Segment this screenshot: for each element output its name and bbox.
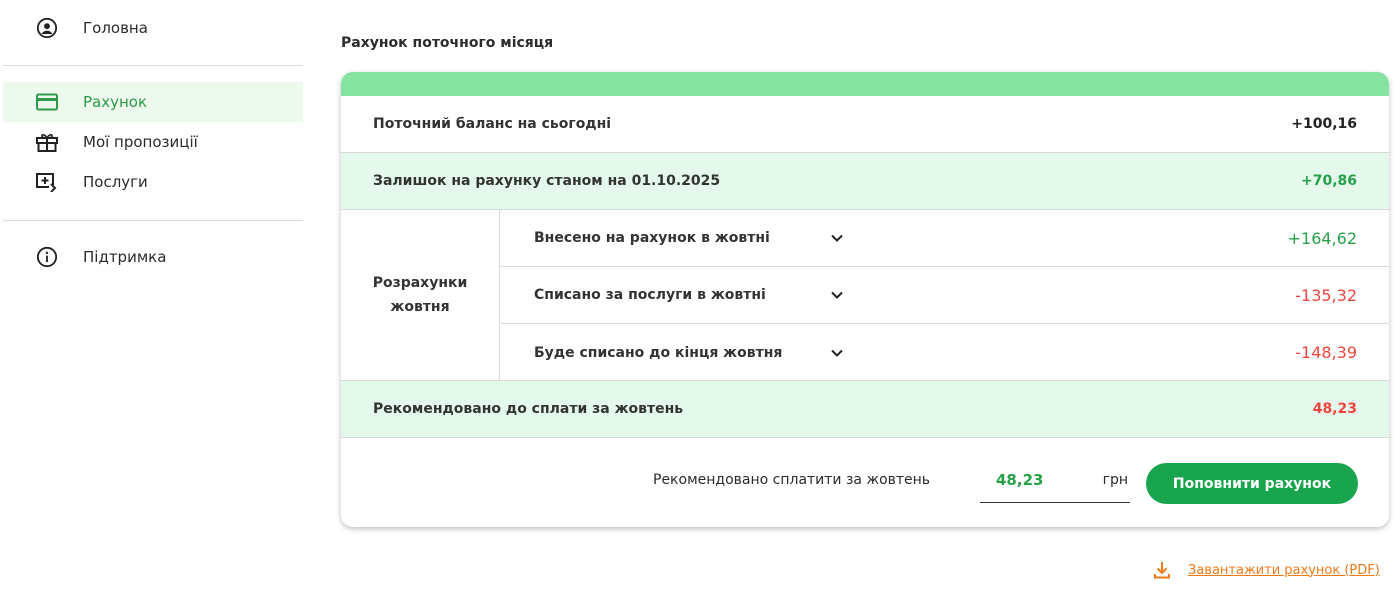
current-balance-label: Поточний баланс на сьогодні	[373, 116, 612, 132]
sidebar-divider	[3, 220, 303, 221]
payment-label: Рекомендовано сплатити за жовтень	[653, 472, 931, 488]
sidebar-item-offers[interactable]: Мої пропозиції	[3, 122, 303, 162]
user-circle-icon	[35, 16, 59, 40]
recommended-value: 48,23	[1312, 401, 1357, 417]
top-up-button[interactable]: Поповнити рахунок	[1146, 463, 1358, 504]
sidebar-item-label: Мої пропозиції	[83, 133, 198, 151]
download-pdf-link[interactable]: Завантажити рахунок (PDF)	[1152, 560, 1380, 580]
gift-icon	[35, 130, 59, 154]
deposited-label: Внесено на рахунок в жовтні	[534, 230, 770, 246]
currency-label: грн	[1102, 472, 1128, 488]
charged-value: -135,32	[1295, 285, 1357, 305]
amount-field: грн	[980, 458, 1130, 503]
to-be-charged-value: -148,39	[1295, 343, 1357, 362]
sidebar-item-label: Головна	[83, 19, 148, 37]
current-balance-row: Поточний баланс на сьогодні +100,16	[341, 96, 1389, 153]
payment-section: Рекомендовано сплатити за жовтень грн По…	[341, 438, 1389, 527]
chevron-down-icon[interactable]	[830, 346, 844, 360]
chevron-down-icon[interactable]	[830, 231, 844, 245]
current-balance-value: +100,16	[1291, 116, 1357, 132]
credit-card-icon	[35, 90, 59, 114]
sidebar-divider	[3, 65, 303, 66]
remainder-label: Залишок на рахунку станом на 01.10.2025	[373, 173, 721, 189]
bill-card: Поточний баланс на сьогодні +100,16 Зали…	[341, 72, 1389, 527]
to-be-charged-row[interactable]: Буде списано до кінця жовтня -148,39	[501, 324, 1389, 381]
sidebar-item-label: Рахунок	[83, 93, 148, 111]
remainder-row: Залишок на рахунку станом на 01.10.2025 …	[341, 153, 1389, 210]
recommended-row: Рекомендовано до сплати за жовтень 48,23	[341, 381, 1389, 438]
deposited-value: +164,62	[1287, 228, 1357, 248]
sidebar-item-support[interactable]: Підтримка	[3, 237, 303, 277]
charged-row[interactable]: Списано за послуги в жовтні -135,32	[501, 267, 1389, 324]
add-screen-icon	[35, 170, 59, 194]
sidebar-item-label: Підтримка	[83, 248, 167, 266]
download-icon	[1152, 560, 1172, 580]
page-title: Рахунок поточного місяця	[341, 35, 554, 51]
card-header-band	[341, 72, 1389, 96]
amount-input[interactable]	[980, 466, 1090, 494]
settlements-label: Розрахунки жовтня	[341, 210, 500, 380]
sidebar-item-account[interactable]: Рахунок	[3, 82, 303, 122]
sidebar: Головна Рахунок Мої пропозиції Послуги П…	[3, 0, 303, 277]
remainder-value: +70,86	[1300, 173, 1357, 189]
download-pdf-label: Завантажити рахунок (PDF)	[1188, 562, 1380, 578]
info-icon	[35, 245, 59, 269]
settlements-group: Розрахунки жовтня Внесено на рахунок в ж…	[341, 210, 1389, 381]
sidebar-item-services[interactable]: Послуги	[3, 162, 303, 202]
charged-label: Списано за послуги в жовтні	[534, 287, 766, 303]
to-be-charged-label: Буде списано до кінця жовтня	[534, 344, 783, 361]
deposited-row[interactable]: Внесено на рахунок в жовтні +164,62	[501, 210, 1389, 267]
sidebar-item-home[interactable]: Головна	[3, 8, 303, 48]
sidebar-item-label: Послуги	[83, 173, 148, 191]
recommended-label: Рекомендовано до сплати за жовтень	[373, 401, 684, 417]
chevron-down-icon[interactable]	[830, 288, 844, 302]
